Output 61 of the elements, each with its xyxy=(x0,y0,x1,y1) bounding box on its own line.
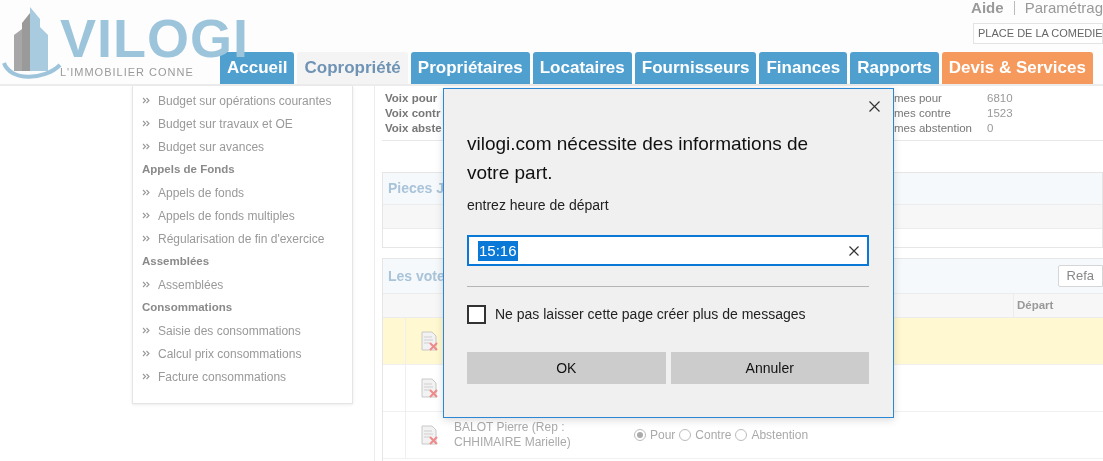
share-label: mes abstention xyxy=(894,121,973,136)
clear-icon[interactable] xyxy=(849,245,859,256)
vote-label: Voix abste xyxy=(385,121,443,136)
nav-tab[interactable]: Fournisseurs xyxy=(634,52,757,84)
suppress-checkbox[interactable]: Ne pas laisser cette page créer plus de messages xyxy=(467,304,870,325)
time-input-field[interactable]: 15:16 xyxy=(467,235,869,266)
double-chevron-icon xyxy=(142,120,150,127)
sidebar-link[interactable]: Assemblées xyxy=(158,275,224,294)
document-delete-icon xyxy=(421,331,439,351)
double-chevron-icon xyxy=(142,327,150,334)
help-link[interactable]: Aide xyxy=(971,0,1004,20)
vote-label: Voix pour xyxy=(385,91,439,106)
nav-tab[interactable]: Finances xyxy=(759,52,848,84)
sidebar-heading: Appels de Fonds xyxy=(142,161,235,177)
dialog-button[interactable]: OK xyxy=(467,352,666,384)
double-chevron-icon xyxy=(142,350,150,357)
double-chevron-icon xyxy=(142,189,150,196)
refresh-button[interactable]: Refa xyxy=(1057,265,1103,287)
sidebar-link[interactable]: Appels de fonds multiples xyxy=(158,206,295,225)
share-label: mes pour xyxy=(894,91,943,106)
settings-link[interactable]: Paramétrag xyxy=(1013,1,1103,15)
sidebar-heading: Consommations xyxy=(142,299,233,315)
nav-tab[interactable]: Propriétaires xyxy=(410,52,530,84)
double-chevron-icon xyxy=(142,143,150,150)
double-chevron-icon xyxy=(142,281,150,288)
vote-label: Voix contr xyxy=(385,106,442,121)
sidebar-link[interactable]: Budget sur avances xyxy=(158,137,265,156)
double-chevron-icon xyxy=(142,235,150,242)
dialog-prompt: entrez heure de départ xyxy=(467,196,610,215)
double-chevron-icon xyxy=(142,97,150,104)
voter-name: BALOT Pierre (Rep : CHHIMAIRE Marielle) xyxy=(454,420,572,450)
dialog-title: vilogi.com nécessite des informations de votre part. xyxy=(467,132,810,185)
panel-title: Pieces J xyxy=(388,179,445,198)
nav-tab[interactable]: Copropriété xyxy=(297,52,408,84)
nav-tab[interactable]: Rapports xyxy=(850,52,939,84)
share-value: 6810 xyxy=(987,91,1013,106)
share-value: 0 xyxy=(987,121,994,136)
panel-title: Les vote xyxy=(388,266,445,286)
sidebar-link[interactable]: Appels de fonds xyxy=(158,183,245,202)
search-field[interactable]: PLACE DE LA COMEDIE xyxy=(973,23,1103,44)
sidebar-link[interactable]: Régularisation de fin d'exercice xyxy=(158,229,325,248)
share-value: 1523 xyxy=(987,106,1013,121)
double-chevron-icon xyxy=(142,373,150,380)
share-label: mes contre xyxy=(894,106,952,121)
vote-radio[interactable]: Abstention xyxy=(735,426,809,444)
document-delete-icon xyxy=(421,378,439,398)
double-chevron-icon xyxy=(142,212,150,219)
sidebar-link[interactable]: Facture consommations xyxy=(158,367,287,386)
vote-radio[interactable]: Pour xyxy=(634,426,676,444)
sidebar-link[interactable]: Saisie des consommations xyxy=(158,321,301,340)
vote-radio[interactable]: Contre xyxy=(679,426,732,444)
sidebar-heading: Assemblées xyxy=(142,253,210,269)
dialog-button[interactable]: Annuler xyxy=(670,352,869,384)
nav-tab[interactable]: Devis & Services xyxy=(941,52,1093,84)
sidebar-link[interactable]: Budget sur opérations courantes xyxy=(158,91,332,110)
nav-tab[interactable]: Locataires xyxy=(532,52,632,84)
close-icon xyxy=(868,100,880,112)
document-delete-icon xyxy=(421,425,439,445)
sidebar-link[interactable]: Budget sur travaux et OE xyxy=(158,114,293,133)
sidebar-link[interactable]: Calcul prix consommations xyxy=(158,344,302,363)
column-header: Départ xyxy=(1013,294,1103,317)
